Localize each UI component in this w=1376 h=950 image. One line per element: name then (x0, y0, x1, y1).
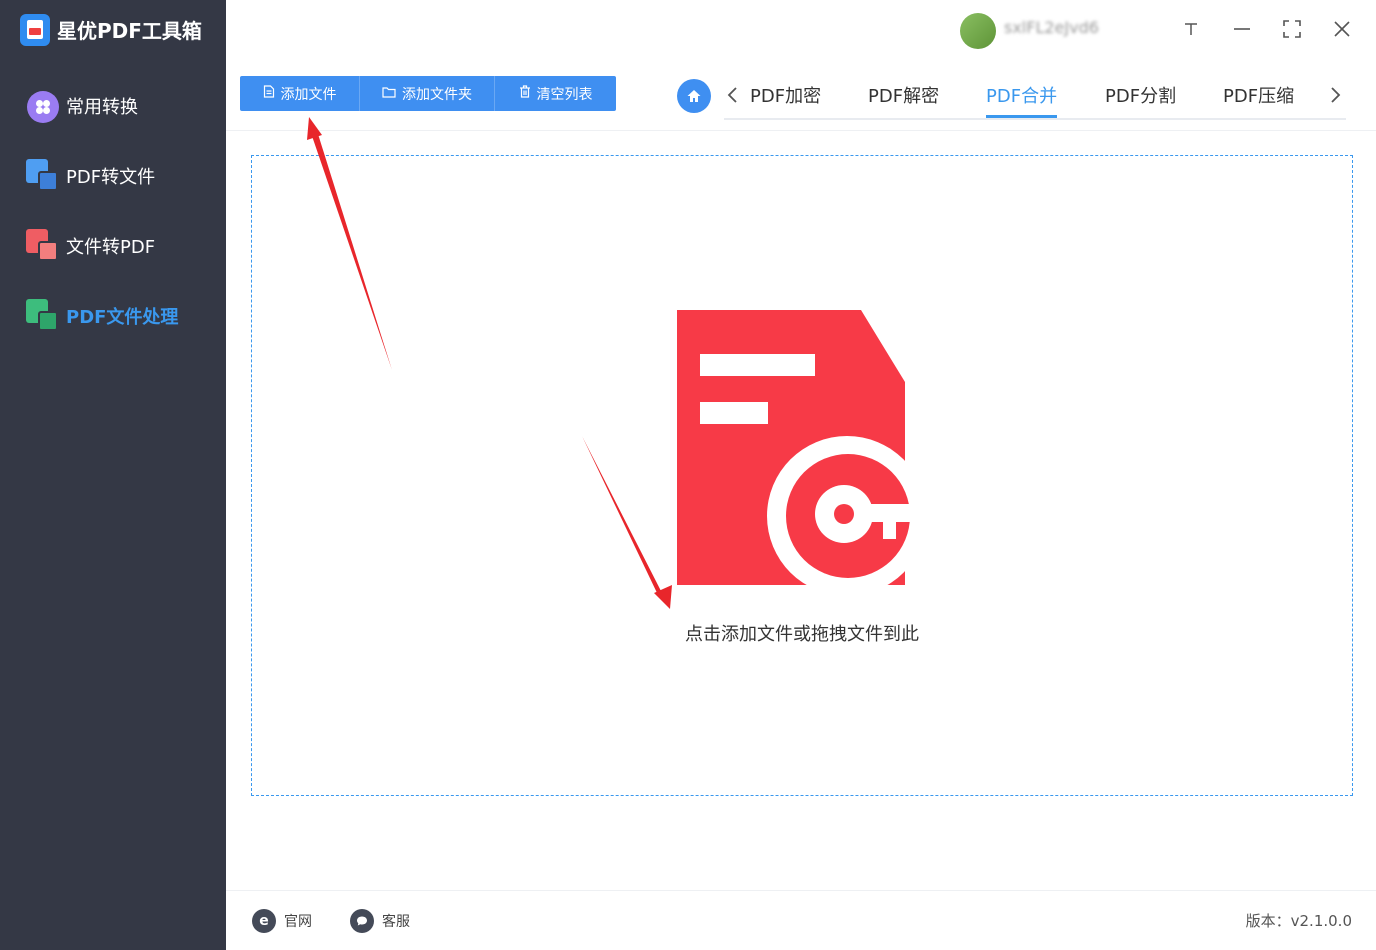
username[interactable]: sxlFL2eJvd6 (1004, 18, 1154, 42)
home-icon (687, 90, 701, 102)
add-file-button[interactable]: 添加文件 (240, 76, 360, 111)
sidebar-item-label: PDF文件处理 (66, 307, 179, 328)
close-icon[interactable] (1327, 14, 1357, 44)
pdf-key-icon (677, 310, 927, 590)
sidebar-item-file-to-pdf[interactable]: 文件转PDF (26, 226, 216, 266)
ie-icon: e (252, 909, 276, 933)
website-link[interactable]: e 官网 (252, 909, 312, 933)
version-label: 版本：v2.1.0.0 (1245, 912, 1352, 930)
tab-pdf-compress[interactable]: PDF压缩 (1223, 82, 1294, 118)
sidebar-item-label: 常用转换 (66, 97, 138, 118)
support-label: 客服 (382, 914, 410, 930)
sidebar-item-label: PDF转文件 (66, 167, 156, 188)
file-drop-zone[interactable]: 点击添加文件或拖拽文件到此 (251, 155, 1353, 796)
divider (226, 130, 1376, 131)
pdf-process-icon (26, 299, 60, 333)
clear-list-label: 清空列表 (536, 86, 593, 103)
tab-pdf-split[interactable]: PDF分割 (1105, 82, 1176, 118)
footer: e 官网 客服 版本：v2.1.0.0 (226, 890, 1376, 950)
clear-list-button[interactable]: 清空列表 (495, 76, 616, 111)
arrow-head (307, 117, 322, 140)
add-folder-label: 添加文件夹 (402, 86, 472, 103)
home-button[interactable] (677, 79, 711, 113)
file-icon (263, 85, 275, 102)
chat-bubble-icon (350, 909, 374, 933)
file-to-pdf-icon (26, 229, 60, 263)
tab-pdf-merge[interactable]: PDF合并 (986, 82, 1058, 118)
sidebar-item-common-convert[interactable]: 常用转换 (26, 86, 216, 126)
sidebar-item-pdf-process[interactable]: PDF文件处理 (26, 296, 216, 336)
drop-hint: 点击添加文件或拖拽文件到此 (685, 624, 919, 645)
tool-tabs: PDF加密 PDF解密 PDF合并 PDF分割 PDF压缩 (724, 78, 1346, 120)
sidebar-item-pdf-to-file[interactable]: PDF转文件 (26, 156, 216, 196)
add-file-label: 添加文件 (280, 86, 337, 103)
tab-pdf-encrypt[interactable]: PDF加密 (750, 82, 821, 118)
pdf-to-file-icon (26, 159, 60, 193)
add-folder-button[interactable]: 添加文件夹 (360, 76, 495, 111)
chevron-right-icon[interactable] (1328, 78, 1342, 120)
support-link[interactable]: 客服 (350, 909, 410, 933)
pin-icon[interactable] (1176, 14, 1206, 44)
tab-pdf-decrypt[interactable]: PDF解密 (868, 82, 939, 118)
avatar[interactable] (960, 13, 996, 49)
file-toolbar: 添加文件 添加文件夹 清空列表 (240, 76, 616, 111)
app-title: 星优PDF工具箱 (57, 19, 202, 43)
apps-grid-icon (26, 89, 60, 123)
website-label: 官网 (284, 914, 312, 930)
minimize-icon[interactable] (1227, 14, 1257, 44)
sidebar-item-label: 文件转PDF (66, 237, 156, 258)
app-logo-icon (20, 14, 50, 46)
folder-icon (382, 86, 396, 102)
sidebar: 星优PDF工具箱 常用转换 PDF转文件 文件转PDF PDF文件处理 (0, 0, 226, 950)
trash-icon (519, 85, 531, 102)
maximize-icon[interactable] (1277, 14, 1307, 44)
